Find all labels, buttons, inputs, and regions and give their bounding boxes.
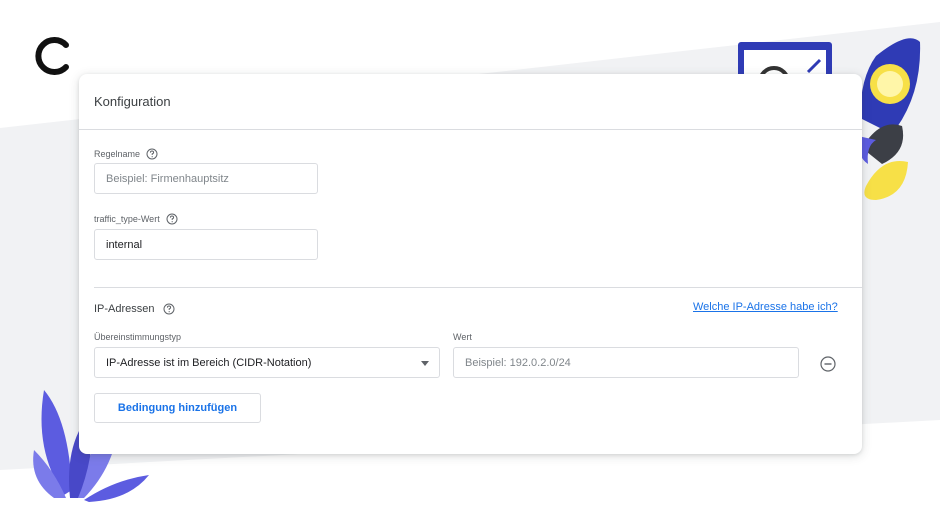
ip-value-placeholder: Beispiel: 192.0.2.0/24 [465,356,571,369]
traffic-type-label-row: traffic_type-Wert [94,213,178,225]
which-ip-link[interactable]: Welche IP-Adresse habe ich? [693,301,838,313]
configuration-card: Konfiguration Regelname Beispiel: Firmen… [79,74,862,454]
rule-name-placeholder: Beispiel: Firmenhauptsitz [106,172,229,185]
rule-name-label-row: Regelname [94,148,158,160]
add-condition-button[interactable]: Bedingung hinzufügen [94,393,261,423]
match-type-label: Übereinstimmungstyp [94,332,182,342]
card-header: Konfiguration [79,74,862,130]
traffic-type-value: internal [106,238,143,251]
section-divider [94,287,862,288]
value-label: Wert [453,332,472,342]
traffic-type-label: traffic_type-Wert [94,214,160,224]
rule-name-label: Regelname [94,149,141,159]
chevron-down-icon [421,361,429,366]
match-type-value: IP-Adresse ist im Bereich (CIDR-Notation… [106,356,312,369]
help-circle-icon[interactable] [146,148,158,160]
help-circle-icon[interactable] [166,213,178,225]
rule-name-input[interactable]: Beispiel: Firmenhauptsitz [94,163,318,194]
remove-circle-icon[interactable] [820,356,836,372]
traffic-type-input[interactable]: internal [94,229,318,260]
help-circle-icon[interactable] [163,303,175,315]
match-type-select[interactable]: IP-Adresse ist im Bereich (CIDR-Notation… [94,347,440,378]
c-logo-icon [35,37,69,75]
ip-section-title-row: IP-Adressen [94,303,175,315]
ip-value-input[interactable]: Beispiel: 192.0.2.0/24 [453,347,799,378]
card-title: Konfiguration [94,94,171,109]
ip-section-title: IP-Adressen [94,303,155,315]
